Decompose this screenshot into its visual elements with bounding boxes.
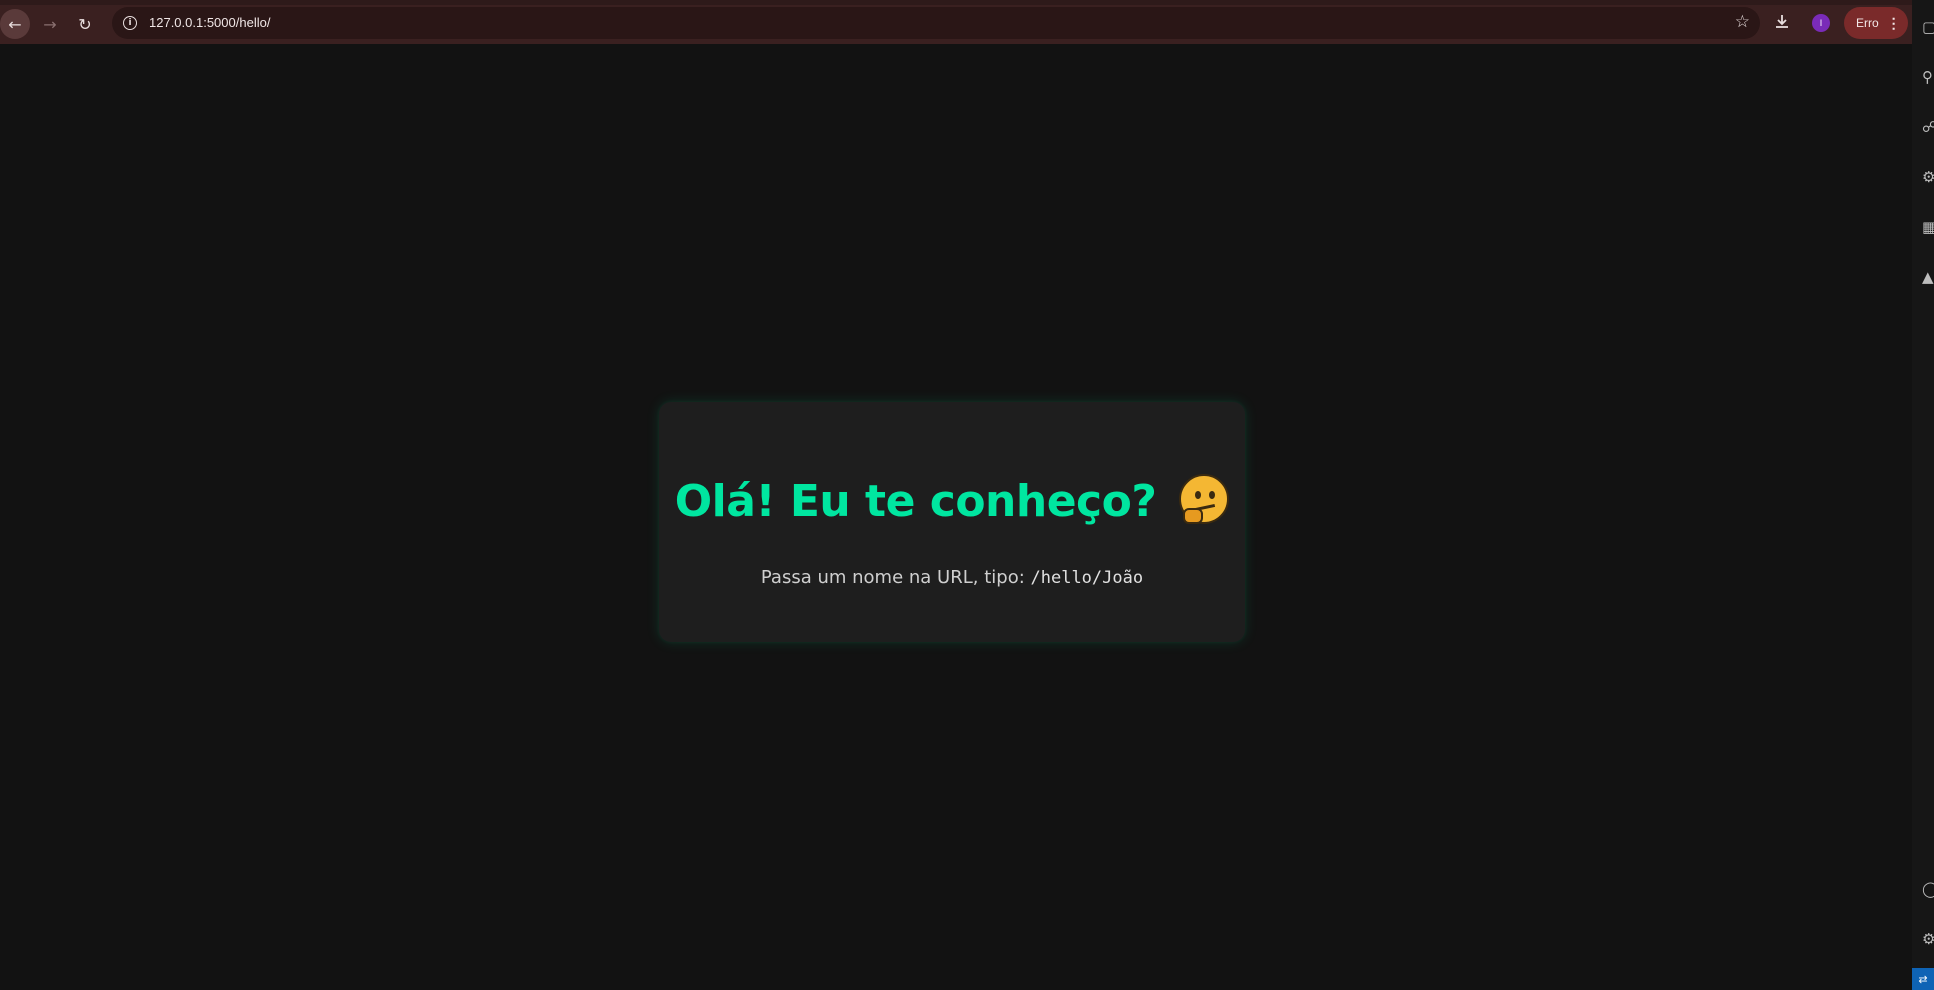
back-arrow-icon[interactable]: ← (0, 9, 30, 39)
menu-kebab-icon[interactable]: ⋮ (1887, 15, 1901, 32)
url-text[interactable]: 127.0.0.1:5000/hello/ (149, 15, 270, 30)
thinking-face-icon (1179, 474, 1230, 524)
forward-arrow-icon[interactable]: → (35, 9, 65, 39)
hint-text: Passa um nome na URL, tipo: (760, 567, 1031, 588)
testing-icon[interactable]: ▲ (1922, 268, 1934, 286)
source-control-icon[interactable]: ☍ (1922, 118, 1934, 136)
reload-icon[interactable]: ↻ (70, 9, 100, 39)
copy-icon[interactable]: ▢ (1922, 18, 1934, 36)
settings-gear-icon[interactable]: ⚙ (1922, 930, 1934, 948)
greeting-card: Olá! Eu te conheço? Passa um nome na URL… (659, 402, 1245, 642)
download-icon[interactable] (1772, 12, 1796, 34)
debug-icon[interactable]: ⚙ (1922, 168, 1934, 186)
bookmark-star-icon[interactable]: ☆ (1735, 12, 1750, 32)
error-chip[interactable]: Erro ⋮ (1844, 7, 1908, 39)
address-bar[interactable]: i 127.0.0.1:5000/hello/ ☆ (112, 7, 1760, 39)
page-title: Olá! Eu te conheço? (659, 474, 1245, 527)
remote-indicator-icon[interactable]: ⇄ (1912, 968, 1934, 990)
browser-toolbar: ← → ↻ i 127.0.0.1:5000/hello/ ☆ I Erro ⋮ (0, 0, 1912, 44)
hint-paragraph: Passa um nome na URL, tipo: /hello/João (659, 567, 1245, 588)
search-icon[interactable]: ⚲ (1922, 68, 1934, 86)
account-icon[interactable]: ◯ (1922, 880, 1934, 898)
heading-text: Olá! Eu te conheço? (674, 476, 1157, 527)
hint-code: /hello/João (1030, 568, 1144, 588)
profile-avatar[interactable]: I (1812, 14, 1830, 32)
error-label: Erro (1856, 16, 1879, 30)
side-panel (1912, 0, 1934, 990)
site-info-icon[interactable]: i (120, 13, 140, 33)
extensions-icon[interactable]: ▦ (1922, 218, 1934, 236)
